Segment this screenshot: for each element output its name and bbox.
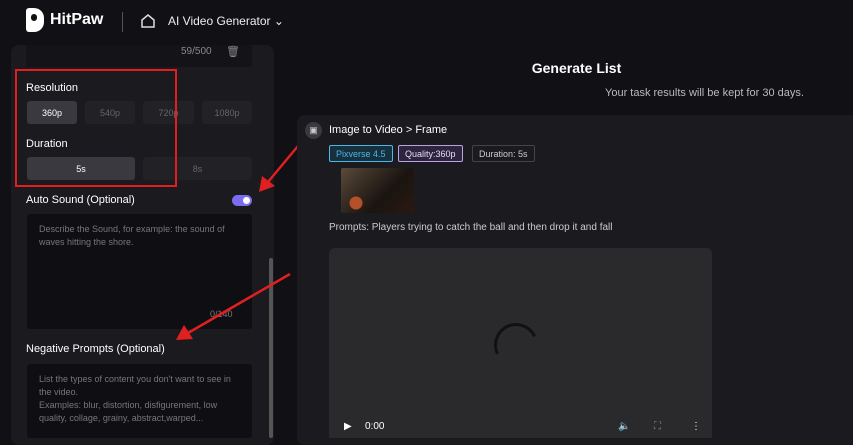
- fullscreen-icon[interactable]: ⛶: [654, 421, 661, 432]
- quality-tag: Quality:360p: [398, 145, 463, 162]
- image-to-video-icon: ▣: [305, 122, 322, 139]
- play-icon[interactable]: ▶: [344, 421, 352, 432]
- source-image-thumbnail[interactable]: [341, 168, 414, 213]
- more-options-icon[interactable]: ⋮: [691, 421, 701, 432]
- duration-tag: Duration: 5s: [472, 145, 535, 162]
- task-title: Image to Video > Frame: [329, 124, 448, 136]
- retention-notice: Your task results will be kept for 30 da…: [605, 87, 804, 99]
- volume-icon[interactable]: 🔈: [618, 421, 630, 432]
- video-time: 0:00: [365, 421, 385, 432]
- task-prompt: Prompts: Players trying to catch the bal…: [329, 222, 613, 233]
- generate-list-title: Generate List: [531, 60, 622, 76]
- model-tag: Pixverse 4.5: [329, 145, 393, 162]
